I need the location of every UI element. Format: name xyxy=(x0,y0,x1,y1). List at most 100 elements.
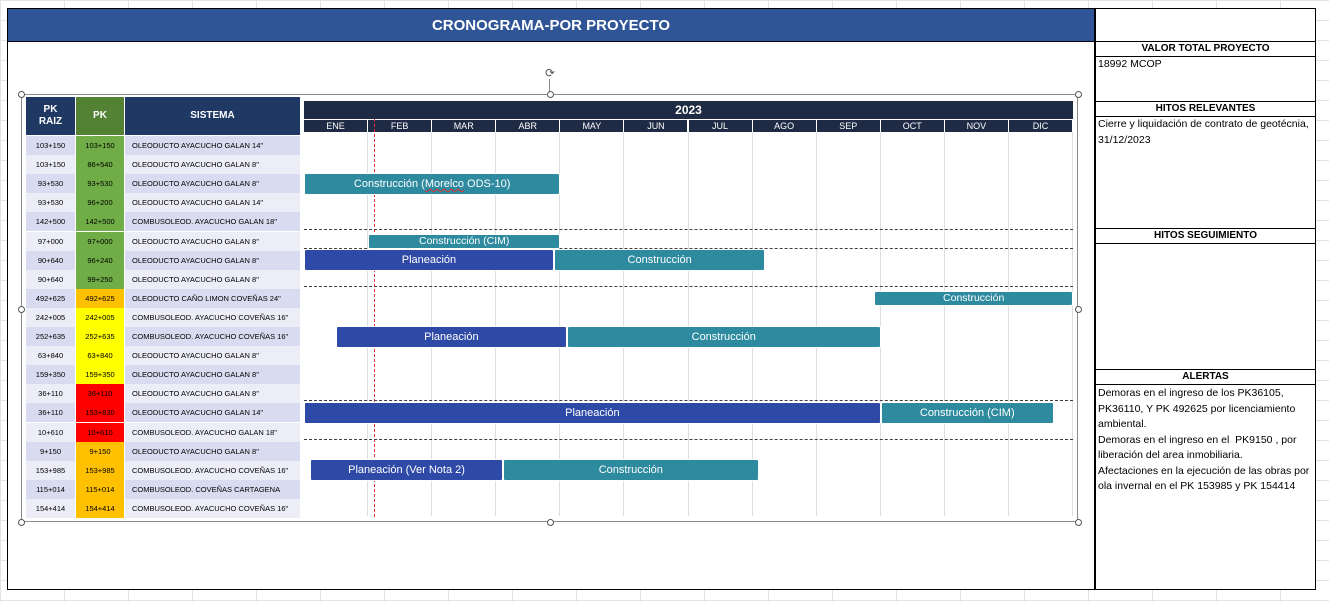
pk-status-cell: 36+110 xyxy=(76,384,124,404)
pk-status-cell: 99+250 xyxy=(76,269,124,289)
sistema-cell: OLEODUCTO AYACUCHO GALAN 14" xyxy=(125,193,300,213)
pk-status-cell: 492+625 xyxy=(76,288,124,308)
pk-status-cell: 242+005 xyxy=(76,307,124,327)
month-gridline xyxy=(815,132,817,516)
resize-handle-bottom[interactable] xyxy=(547,519,554,526)
pk-raiz-cell: 252+635 xyxy=(26,327,75,346)
pk-raiz-cell: 93+530 xyxy=(26,193,75,213)
pk-raiz-cell: 153+985 xyxy=(26,460,75,480)
sistema-cell: COMBUSOLEOD. AYACUCHO COVEÑAS 16" xyxy=(125,327,300,346)
pk-raiz-cell: 115+014 xyxy=(26,479,75,499)
group-separator-dashed-line xyxy=(304,285,1073,287)
pk-raiz-cell: 103+150 xyxy=(26,155,75,175)
month-header: SEP xyxy=(816,120,880,132)
resize-handle-right[interactable] xyxy=(1075,306,1082,313)
sistema-cell: OLEODUCTO AYACUCHO GALAN 8" xyxy=(125,250,300,270)
pk-status-cell: 153+985 xyxy=(76,460,124,480)
pk-raiz-cell: 154+414 xyxy=(26,498,75,518)
month-header: OCT xyxy=(880,120,944,132)
gantt-bar-construccion[interactable]: Construcción (Morelco ODS-10) xyxy=(304,172,561,195)
gantt-bar-label: Construcción xyxy=(943,292,1005,305)
pk-status-cell: 97+000 xyxy=(76,231,124,251)
gantt-bar-construccion[interactable]: Construcción xyxy=(566,325,881,348)
gantt-bar-construccion[interactable]: Construcción xyxy=(502,459,759,482)
month-header: ENE xyxy=(304,120,368,132)
gantt-bar-construccion[interactable]: Construcción xyxy=(874,290,1073,306)
pk-raiz-cell: 97+000 xyxy=(26,231,75,251)
month-gridline xyxy=(943,132,945,516)
pk-status-cell: 154+414 xyxy=(76,498,124,518)
month-header: DIC xyxy=(1008,120,1072,132)
resize-handle-top-left[interactable] xyxy=(18,91,25,98)
month-header: NOV xyxy=(944,120,1008,132)
gantt-bar-construccion[interactable]: Construcción (CIM) xyxy=(880,401,1054,424)
gantt-bar-label: Construcción xyxy=(627,254,692,267)
hitos-seguimiento-header: HITOS SEGUIMIENTO xyxy=(1096,228,1315,244)
resize-handle-top-right[interactable] xyxy=(1075,91,1082,98)
pk-raiz-cell: 93+530 xyxy=(26,174,75,194)
valor-total-value[interactable]: 18992 MCOP xyxy=(1098,57,1316,73)
pk-raiz-cell: 492+625 xyxy=(26,288,75,308)
month-gridline xyxy=(1007,132,1009,516)
sistema-cell: COMBUSOLEOD. AYACUCHO COVEÑAS 16" xyxy=(125,460,300,480)
month-header: MAR xyxy=(432,120,496,132)
gantt-bar-planeacion[interactable]: Planeación xyxy=(336,325,567,348)
gantt-bar-construccion[interactable]: Construcción xyxy=(553,249,766,272)
pk-raiz-cell: 36+110 xyxy=(26,403,75,423)
gantt-bar-label: Construcción (CIM) xyxy=(919,406,1015,419)
month-header: AGO xyxy=(752,120,816,132)
pk-status-cell: 142+500 xyxy=(76,212,124,232)
sistema-cell: COMBUSOLEOD. AYACUCHO GALAN 18" xyxy=(125,422,300,442)
resize-handle-bottom-left[interactable] xyxy=(18,519,25,526)
alertas-header: ALERTAS xyxy=(1096,369,1315,385)
month-header: JUN xyxy=(624,120,688,132)
sistema-cell: OLEODUCTO AYACUCHO GALAN 8" xyxy=(125,346,300,366)
hitos-relevantes-text[interactable]: Cierre y liquidación de contrato de geot… xyxy=(1098,117,1316,148)
sistema-cell: COMBUSOLEOD. AYACUCHO COVEÑAS 16" xyxy=(125,307,300,327)
gantt-bar-label: Construcción (CIM) xyxy=(418,235,510,248)
pk-status-cell: 115+014 xyxy=(76,479,124,499)
pk-status-cell: 9+150 xyxy=(76,441,124,461)
pk-raiz-cell: 36+110 xyxy=(26,384,75,404)
pk-raiz-cell: 9+150 xyxy=(26,441,75,461)
pk-status-cell: 153+830 xyxy=(76,403,124,423)
gantt-bar-planeacion[interactable]: Planeación xyxy=(304,249,554,272)
gantt-bar-label: Planeación xyxy=(401,254,457,267)
sistema-cell: OLEODUCTO AYACUCHO GALAN 8" xyxy=(125,269,300,289)
sistema-cell: OLEODUCTO AYACUCHO GALAN 8" xyxy=(125,155,300,175)
pk-status-cell: 96+240 xyxy=(76,250,124,270)
month-header: FEB xyxy=(368,120,432,132)
alertas-text[interactable]: Demoras en el ingreso de los PK36105, PK… xyxy=(1098,386,1316,495)
gantt-bar-label: Construcción (Morelco ODS-10) xyxy=(353,177,511,190)
header-pk: PK xyxy=(76,97,124,135)
title-right-cell xyxy=(1096,9,1315,42)
sistema-cell: OLEODUCTO AYACUCHO GALAN 14" xyxy=(125,403,300,423)
sistema-cell: COMBUSOLEOD. COVEÑAS CARTAGENA xyxy=(125,479,300,499)
gantt-bar-label: Construcción xyxy=(691,330,756,343)
resize-handle-bottom-right[interactable] xyxy=(1075,519,1082,526)
gantt-bar-construccion[interactable]: Construcción (CIM) xyxy=(368,233,561,249)
hitos-relevantes-header: HITOS RELEVANTES xyxy=(1096,101,1315,117)
pk-status-cell: 103+150 xyxy=(76,136,124,155)
sistema-cell: OLEODUCTO AYACUCHO GALAN 8" xyxy=(125,174,300,194)
gantt-bar-planeacion[interactable]: Planeación xyxy=(304,401,881,424)
gantt-bar-planeacion[interactable]: Planeación (Ver Nota 2) xyxy=(310,459,503,482)
header-pk-raiz: PK RAIZ xyxy=(26,97,75,135)
sistema-cell: OLEODUCTO AYACUCHO GALAN 8" xyxy=(125,365,300,385)
pk-status-cell: 63+840 xyxy=(76,346,124,366)
pk-status-cell: 93+530 xyxy=(76,174,124,194)
sistema-cell: OLEODUCTO CAÑO LIMON COVEÑAS 24" xyxy=(125,288,300,308)
month-gridline xyxy=(879,132,881,516)
group-separator-dashed-line xyxy=(304,438,1073,440)
month-header: ABR xyxy=(496,120,560,132)
rotate-handle-icon[interactable]: ⟳ xyxy=(544,67,556,79)
resize-handle-top[interactable] xyxy=(547,91,554,98)
gantt-year-header: 2023 xyxy=(304,101,1073,119)
sistema-cell: COMBUSOLEOD. AYACUCHO COVEÑAS 16" xyxy=(125,498,300,518)
month-header: JUL xyxy=(688,120,752,132)
group-separator-dashed-line xyxy=(304,228,1073,230)
resize-handle-left[interactable] xyxy=(18,306,25,313)
sistema-cell: COMBUSOLEOD. AYACUCHO GALAN 18" xyxy=(125,212,300,232)
pk-raiz-cell: 242+005 xyxy=(26,307,75,327)
gantt-bar-label: Planeación xyxy=(565,406,620,419)
